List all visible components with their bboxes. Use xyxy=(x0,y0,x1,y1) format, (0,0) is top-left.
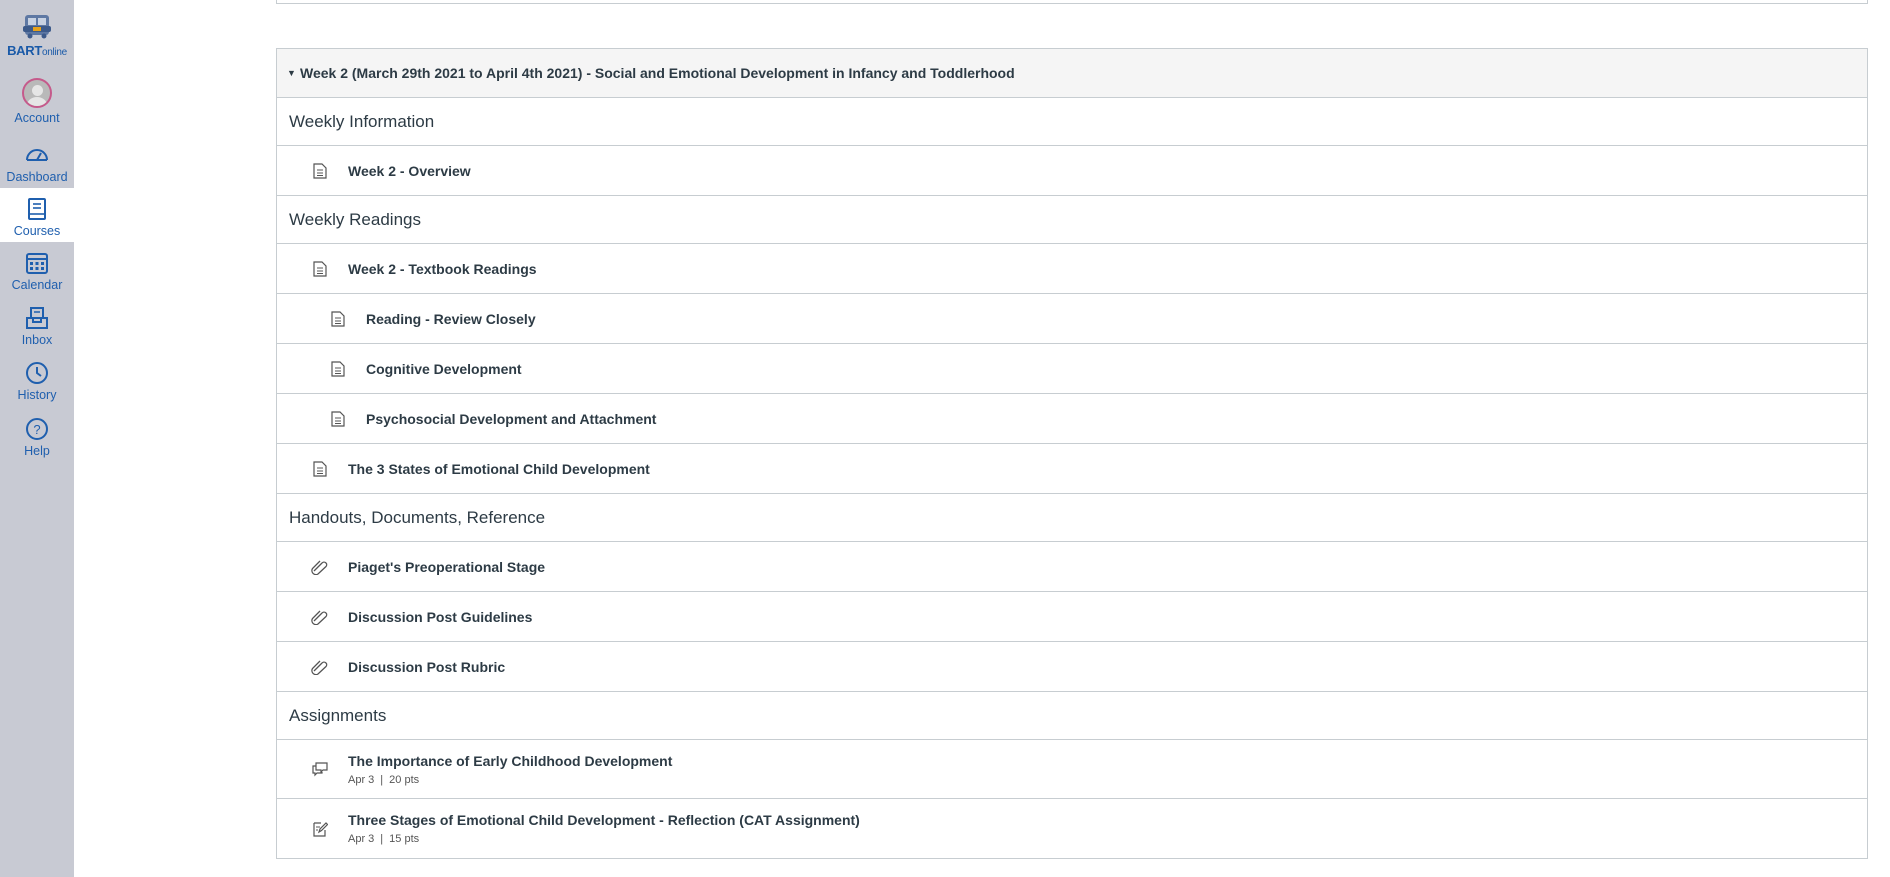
courses-icon xyxy=(28,198,46,220)
module-item[interactable]: The 3 States of Emotional Child Developm… xyxy=(277,444,1867,494)
points: 15 pts xyxy=(389,833,420,845)
module-item[interactable]: Cognitive Development xyxy=(277,344,1867,394)
module-item-title[interactable]: The Importance of Early Childhood Develo… xyxy=(348,753,672,769)
module-item[interactable]: The Importance of Early Childhood Develo… xyxy=(277,740,1867,799)
subheader-label: Weekly Readings xyxy=(289,209,421,229)
nav-courses[interactable]: Courses xyxy=(0,188,74,242)
subheader-label: Weekly Information xyxy=(289,111,435,131)
collapse-toggle-icon[interactable]: ▼ xyxy=(287,68,297,78)
module-item-title[interactable]: Week 2 - Overview xyxy=(348,163,471,179)
dashboard-icon xyxy=(26,149,48,161)
nav-dashboard-label: Dashboard xyxy=(6,170,68,184)
attachment-icon xyxy=(311,608,329,626)
module-title: Week 2 (March 29th 2021 to April 4th 202… xyxy=(300,65,1015,81)
page-icon xyxy=(329,410,347,428)
logo-text: BARTonline xyxy=(7,43,67,59)
page-icon xyxy=(329,360,347,378)
due-date: Apr 3 xyxy=(348,833,375,845)
subheader-assignments: Assignments xyxy=(277,692,1867,740)
module-item[interactable]: Piaget's Preoperational Stage xyxy=(277,542,1867,592)
global-navigation: BARTonline Account Dashboard Courses Cal… xyxy=(0,0,74,877)
nav-inbox-label: Inbox xyxy=(21,333,53,347)
nav-account[interactable]: Account xyxy=(0,78,74,125)
nav-help-label: Help xyxy=(24,444,50,458)
nav-history[interactable]: History xyxy=(0,360,74,402)
page-icon xyxy=(311,460,329,478)
page-icon xyxy=(311,260,329,278)
bart-logo-icon xyxy=(23,15,51,39)
module-item[interactable]: Psychosocial Development and Attachment xyxy=(277,394,1867,444)
module-item[interactable]: Week 2 - Textbook Readings xyxy=(277,244,1867,294)
module-item-title[interactable]: Week 2 - Textbook Readings xyxy=(348,261,537,277)
module-header[interactable]: ▼ Week 2 (March 29th 2021 to April 4th 2… xyxy=(277,49,1867,98)
item-details: Apr 3 | 20 pts xyxy=(348,773,420,786)
nav-dashboard[interactable]: Dashboard xyxy=(0,142,74,184)
nav-courses-label: Courses xyxy=(13,224,61,238)
previous-module-bottom xyxy=(276,0,1868,4)
page-icon xyxy=(311,162,329,180)
nav-help[interactable]: ? Help xyxy=(0,416,74,458)
nav-calendar-label: Calendar xyxy=(11,278,63,292)
nav-calendar[interactable]: Calendar xyxy=(0,250,74,292)
help-icon: ? xyxy=(26,418,48,440)
points: 20 pts xyxy=(389,773,420,786)
nav-account-label: Account xyxy=(14,111,60,125)
module-item-title[interactable]: Discussion Post Guidelines xyxy=(348,609,532,625)
due-date: Apr 3 xyxy=(348,773,375,786)
module-item[interactable]: Discussion Post Guidelines xyxy=(277,592,1867,642)
nav-inbox[interactable]: Inbox xyxy=(0,305,74,347)
subheader-weekly-information: Weekly Information xyxy=(277,98,1867,146)
attachment-icon xyxy=(311,558,329,576)
module-item-title[interactable]: Three Stages of Emotional Child Developm… xyxy=(348,812,860,828)
avatar xyxy=(22,78,52,108)
context-module: ▼ Week 2 (March 29th 2021 to April 4th 2… xyxy=(276,48,1868,859)
bart-online-logo[interactable]: BARTonline xyxy=(0,12,74,60)
module-item[interactable]: Week 2 - Overview xyxy=(277,146,1867,196)
assignment-icon xyxy=(311,820,329,838)
module-item[interactable]: Three Stages of Emotional Child Developm… xyxy=(277,799,1867,858)
subheader-label: Handouts, Documents, Reference xyxy=(289,507,546,527)
svg-text:?: ? xyxy=(33,422,40,437)
history-icon xyxy=(26,362,48,384)
module-item-title[interactable]: Discussion Post Rubric xyxy=(348,659,505,675)
module-item[interactable]: Reading - Review Closely xyxy=(277,294,1867,344)
inbox-icon xyxy=(26,307,48,329)
subheader-label: Assignments xyxy=(289,705,387,725)
page-icon xyxy=(329,310,347,328)
module-item[interactable]: Discussion Post Rubric xyxy=(277,642,1867,692)
subheader-weekly-readings: Weekly Readings xyxy=(277,196,1867,244)
module-item-title[interactable]: Piaget's Preoperational Stage xyxy=(348,559,545,575)
module-item-title[interactable]: The 3 States of Emotional Child Developm… xyxy=(348,461,650,477)
module-item-title[interactable]: Cognitive Development xyxy=(366,361,522,377)
item-details: Apr 3 | 15 pts xyxy=(348,833,420,845)
attachment-icon xyxy=(311,658,329,676)
module-item-title[interactable]: Reading - Review Closely xyxy=(366,311,536,327)
discussion-icon xyxy=(311,760,329,778)
module-item-title[interactable]: Psychosocial Development and Attachment xyxy=(366,411,656,427)
calendar-icon xyxy=(26,253,48,274)
nav-history-label: History xyxy=(17,388,57,402)
subheader-handouts: Handouts, Documents, Reference xyxy=(277,494,1867,542)
